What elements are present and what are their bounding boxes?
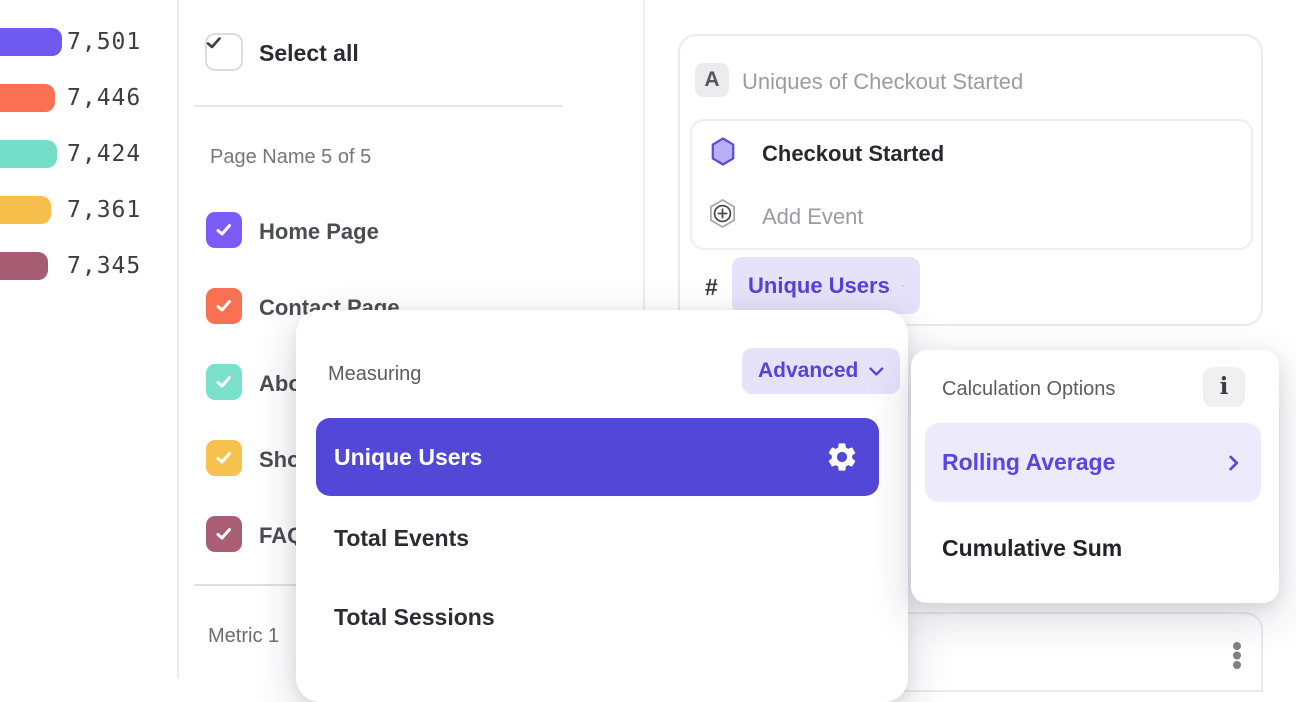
metric-footer-label: Metric 1 [208,625,279,648]
legend-item: 7,361 [0,196,160,224]
chevron-down-icon [869,367,884,376]
calculation-options-menu: Calculation Options i Rolling Average Cu… [911,350,1279,603]
divider [194,105,563,107]
series-value: 7,361 [67,196,141,224]
measuring-menu: Measuring Advanced Unique Users Total Ev… [296,310,908,702]
series-value: 7,501 [67,28,141,56]
series-title-input[interactable]: Uniques of Checkout Started [742,69,1023,95]
checkbox-contact[interactable] [206,288,242,324]
add-event-icon [708,198,737,229]
menu-option-rolling-average[interactable]: Rolling Average [925,423,1261,502]
measurement-type-symbol: # [705,274,718,301]
checkbox-about[interactable] [206,364,242,400]
event-hexagon-icon [710,136,736,167]
legend-item: 7,501 [0,28,160,56]
option-label: Rolling Average [942,449,1115,476]
legend-item: 7,345 [0,252,160,280]
panel-divider-left [177,0,179,678]
select-all-checkbox[interactable] [205,33,243,71]
checkbox-faq[interactable] [206,516,242,552]
chevron-right-icon [1229,455,1239,471]
chevron-down-icon [902,281,904,291]
series-bar [0,196,51,224]
legend-item: 7,424 [0,140,160,168]
series-value: 7,446 [67,84,141,112]
series-bar [0,28,62,56]
series-value: 7,345 [67,252,141,280]
checkmark-icon [214,221,234,239]
option-label: Unique Users [334,444,482,471]
gear-icon[interactable] [825,440,859,474]
checkmark-icon [214,449,234,467]
query-builder-card: A Uniques of Checkout Started Checkout S… [678,34,1263,326]
calculation-menu-title: Calculation Options [942,378,1115,401]
menu-option-total-sessions[interactable]: Total Sessions [334,604,495,631]
measurement-dropdown[interactable]: Unique Users [732,257,920,314]
checkmark-icon [214,297,234,315]
event-name[interactable]: Checkout Started [762,141,944,167]
group-label: Page Name 5 of 5 [210,146,371,169]
measuring-menu-title: Measuring [328,363,421,386]
advanced-mode-label: Advanced [758,359,858,383]
legend-item: 7,446 [0,84,160,112]
checkbox-shop[interactable] [206,440,242,476]
series-bar [0,84,55,112]
kebab-menu-icon[interactable] [1231,642,1243,670]
add-event-button[interactable]: Add Event [762,204,864,230]
info-icon[interactable]: i [1203,367,1245,407]
series-value: 7,424 [67,140,141,168]
menu-option-unique-users[interactable]: Unique Users [316,418,879,496]
checkmark-icon [214,373,234,391]
checkmark-icon [214,525,234,543]
menu-option-cumulative-sum[interactable]: Cumulative Sum [942,535,1122,562]
menu-option-total-events[interactable]: Total Events [334,525,469,552]
event-block: Checkout Started Add Event [690,119,1253,250]
series-bar [0,140,57,168]
checkbox-home[interactable] [206,212,242,248]
select-all-label: Select all [259,40,359,67]
series-badge[interactable]: A [695,63,729,97]
advanced-mode-dropdown[interactable]: Advanced [742,348,900,394]
series-bar [0,252,48,280]
measurement-value: Unique Users [748,273,890,299]
item-label: Home Page [259,219,379,245]
checkmark-icon [204,34,224,52]
